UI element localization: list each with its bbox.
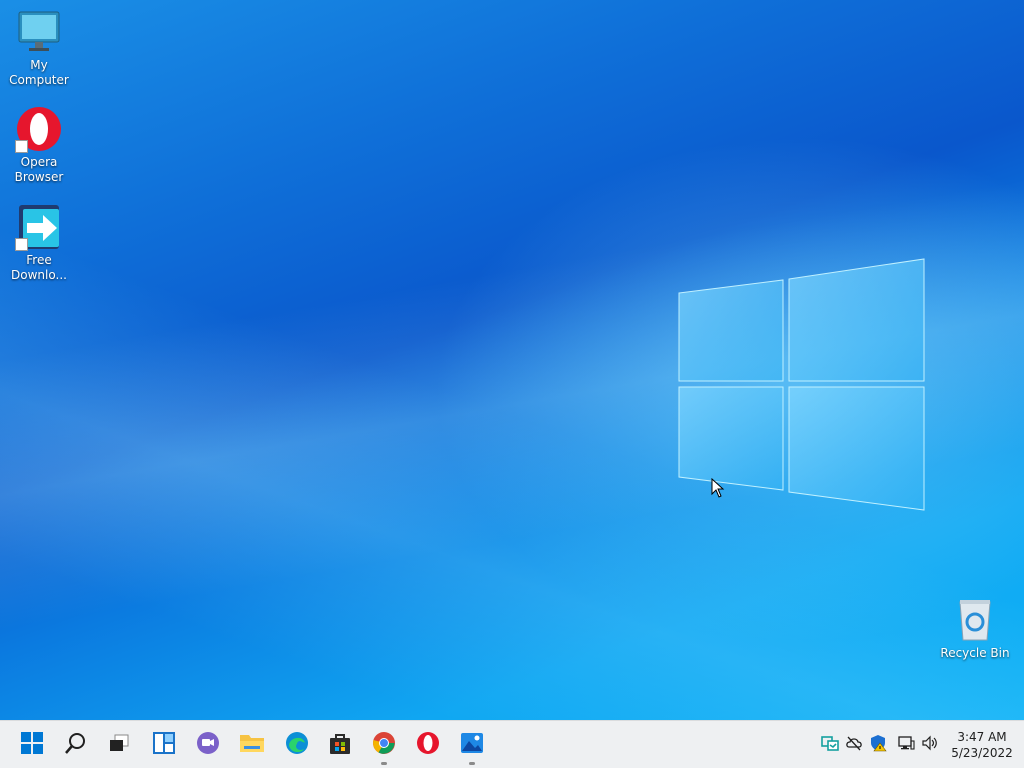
desktop-icon-label: My Computer: [9, 58, 69, 87]
recycle-bin-icon: [951, 596, 999, 644]
chrome-icon: [372, 731, 396, 759]
widgets-icon: [152, 731, 176, 759]
security-warning-icon: [869, 734, 887, 756]
shortcut-arrow-icon: [15, 140, 28, 153]
edge-button[interactable]: [279, 727, 315, 763]
clock-date: 5/23/2022: [951, 746, 1013, 760]
volume-tray-button[interactable]: [920, 735, 940, 755]
widgets-button[interactable]: [146, 727, 182, 763]
task-view-button[interactable]: [101, 727, 137, 763]
task-view-icon: [107, 731, 131, 759]
network-tray-button[interactable]: [896, 735, 916, 755]
photos-icon: [460, 731, 484, 759]
windows-logo-wallpaper: [678, 258, 925, 511]
network-icon: [897, 734, 915, 756]
folder-icon: [239, 731, 265, 759]
desktop[interactable]: My Computer Opera Browser Free Downlo...: [0, 0, 1024, 720]
onedrive-tray-button[interactable]: [844, 735, 864, 755]
edge-icon: [285, 731, 309, 759]
volume-icon: [921, 734, 939, 756]
file-explorer-button[interactable]: [234, 727, 270, 763]
running-indicator: [381, 762, 387, 765]
chat-button[interactable]: [190, 727, 226, 763]
store-button[interactable]: [322, 727, 358, 763]
desktop-icon-free-download-manager[interactable]: Free Downlo...: [0, 203, 78, 283]
desktop-icon-label: Recycle Bin: [940, 646, 1010, 660]
opera-taskbar-button[interactable]: [410, 727, 446, 763]
running-indicator: [469, 762, 475, 765]
photos-button[interactable]: [454, 727, 490, 765]
search-button[interactable]: [58, 727, 94, 763]
taskbar: 3:47 AM 5/23/2022: [0, 720, 1024, 768]
clock-time: 3:47 AM: [957, 730, 1007, 744]
chrome-button[interactable]: [366, 727, 402, 765]
clock-button[interactable]: 3:47 AM 5/23/2022: [944, 729, 1020, 761]
computer-icon: [15, 8, 63, 56]
desktop-icon-label: Free Downlo...: [11, 253, 67, 282]
start-button[interactable]: [14, 727, 50, 763]
security-tray-button[interactable]: [868, 735, 888, 755]
desktop-icon-opera-browser[interactable]: Opera Browser: [0, 105, 78, 185]
store-icon: [328, 731, 352, 759]
desktop-icon-my-computer[interactable]: My Computer: [0, 8, 78, 88]
desktop-icon-recycle-bin[interactable]: Recycle Bin: [936, 596, 1014, 661]
mouse-pointer-icon: [711, 477, 725, 502]
windows-start-icon: [20, 731, 44, 759]
cloud-offline-icon: [845, 734, 863, 756]
search-icon: [64, 731, 88, 759]
opera-icon: [416, 731, 440, 759]
teams-chat-icon: [196, 731, 220, 759]
sync-icon: [821, 734, 839, 756]
sync-tray-button[interactable]: [820, 735, 840, 755]
opera-icon: [15, 105, 63, 153]
free-download-manager-icon: [15, 203, 63, 251]
desktop-icon-label: Opera Browser: [14, 155, 64, 184]
shortcut-arrow-icon: [15, 238, 28, 251]
